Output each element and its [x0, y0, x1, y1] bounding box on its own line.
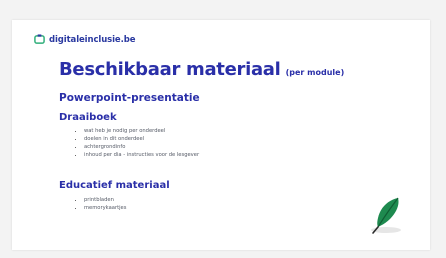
draaiboek-list: wat heb je nodig per onderdeel doelen in… [74, 127, 199, 159]
list-item: wat heb je nodig per onderdeel [84, 127, 199, 135]
educatief-list: printbladen memorykaartjes [74, 196, 126, 212]
list-item: doelen in dit onderdeel [84, 135, 199, 143]
presentation-slide: digitaleinclusie.be Beschikbaar materiaa… [12, 20, 430, 250]
slide-title: Beschikbaar materiaal (per module) [59, 59, 344, 80]
heading-powerpoint: Powerpoint-presentatie [59, 92, 200, 104]
slide-title-main: Beschikbaar materiaal [59, 59, 281, 80]
heading-educatief: Educatief materiaal [59, 180, 170, 191]
brand-logo-icon [34, 34, 45, 44]
list-item: printbladen [84, 196, 126, 204]
list-item: achtergrondinfo [84, 143, 199, 151]
heading-draaiboek: Draaiboek [59, 112, 117, 123]
brand-logo-text: digitaleinclusie.be [49, 34, 136, 45]
slide-title-suffix: (per module) [285, 68, 345, 77]
list-item: memorykaartjes [84, 204, 126, 212]
list-item: inhoud per dia - instructies voor de les… [84, 151, 199, 159]
brand-logo: digitaleinclusie.be [34, 34, 135, 45]
feather-quill-icon [371, 197, 401, 234]
